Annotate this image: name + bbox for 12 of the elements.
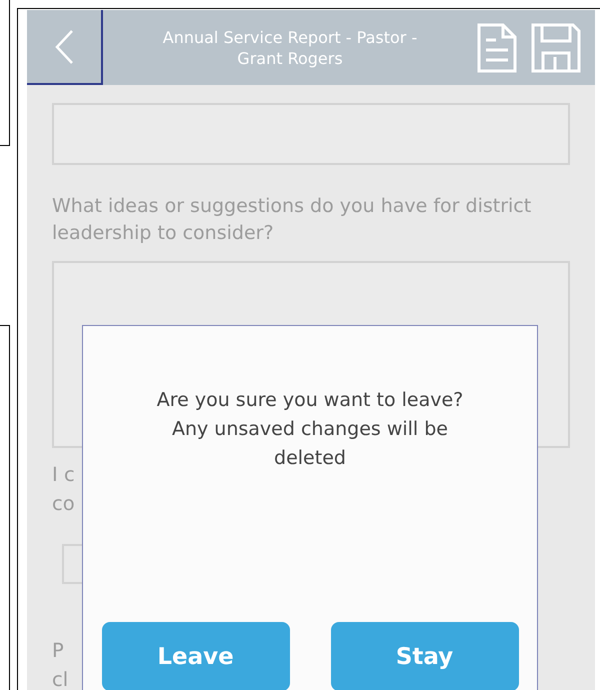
document-icon[interactable] <box>477 22 517 72</box>
dialog-button[interactable]: Stay <box>330 622 518 690</box>
screen-title: Annual Service Report - Pastor - Grant Rogers <box>162 26 418 68</box>
dialog-button[interactable]: Leave <box>102 622 290 690</box>
back-button[interactable] <box>27 10 103 85</box>
back-icon <box>53 28 75 64</box>
question-label: I c co <box>52 462 76 517</box>
question-label: P cl <box>52 638 70 690</box>
dialog-message: Are you sure you want to leave? Any unsaved changes will be deleted <box>156 388 464 471</box>
text-field[interactable] <box>52 103 570 165</box>
question-label: What ideas or suggestions do you have for district leadership to consider? <box>52 194 532 246</box>
save-icon[interactable] <box>531 22 581 72</box>
